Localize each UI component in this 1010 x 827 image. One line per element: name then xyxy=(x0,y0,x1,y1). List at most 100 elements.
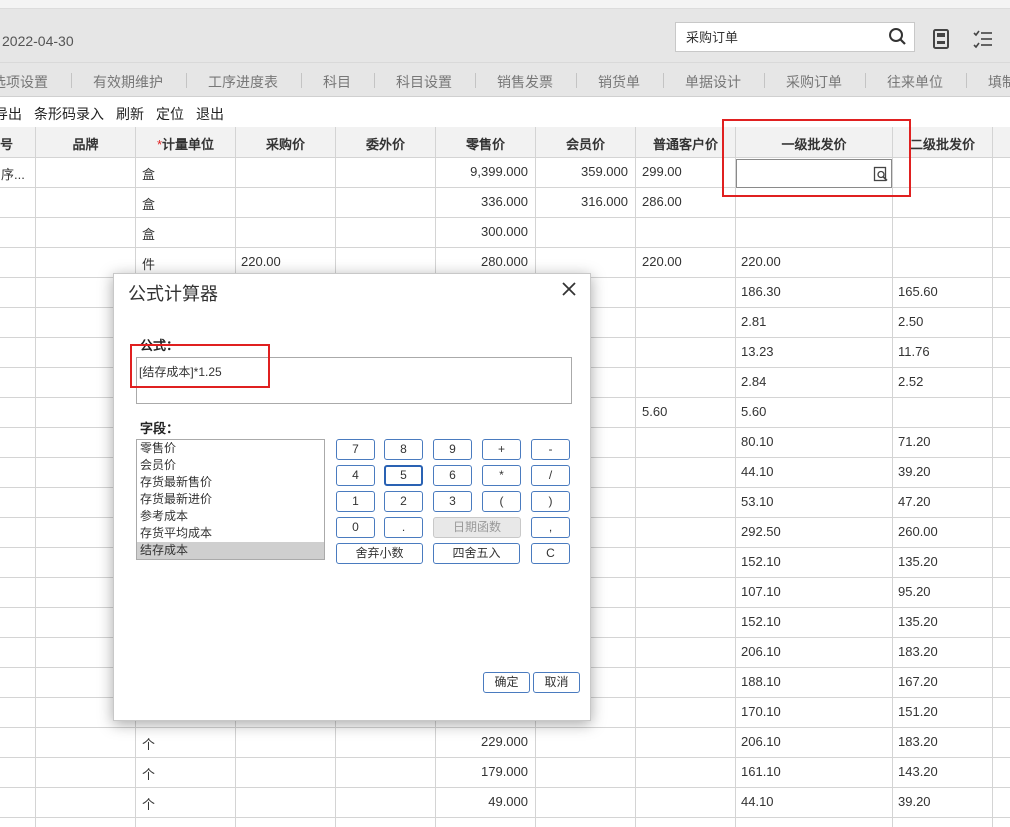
key-1[interactable]: 1 xyxy=(336,491,375,512)
table-cell[interactable]: 220.00 xyxy=(241,254,331,269)
key-6[interactable]: 6 xyxy=(433,465,472,486)
key-divide[interactable]: / xyxy=(531,465,570,486)
field-option[interactable]: 参考成本 xyxy=(137,508,324,525)
date-function-button[interactable]: 日期函数 xyxy=(433,517,521,538)
table-cell[interactable]: 135.20 xyxy=(898,614,988,629)
table-cell[interactable]: 152.10 xyxy=(741,554,886,569)
table-cell[interactable]: 183.20 xyxy=(898,734,988,749)
table-cell[interactable]: 2.52 xyxy=(898,374,988,389)
table-cell[interactable]: 167.20 xyxy=(898,674,988,689)
field-option[interactable]: 存货平均成本 xyxy=(137,525,324,542)
formula-lookup-icon[interactable] xyxy=(873,166,889,182)
table-cell[interactable]: 个 xyxy=(142,734,232,753)
table-cell[interactable]: 152.10 xyxy=(741,614,886,629)
table-cell[interactable]: 盒 xyxy=(142,224,232,243)
table-cell[interactable]: 229.000 xyxy=(436,734,528,749)
table-cell[interactable]: 13.23 xyxy=(741,344,886,359)
table-cell[interactable]: 44.10 xyxy=(741,794,886,809)
table-cell[interactable]: 280.000 xyxy=(436,254,528,269)
calculator-icon[interactable] xyxy=(930,28,952,50)
menu-item[interactable]: 科目设置 xyxy=(396,72,452,92)
table-cell[interactable]: 107.10 xyxy=(741,584,886,599)
key-close-paren[interactable]: ) xyxy=(531,491,570,512)
menu-item[interactable]: 科目 xyxy=(323,72,351,92)
key-8[interactable]: 8 xyxy=(384,439,423,460)
menu-item[interactable]: 选项设置 xyxy=(0,72,48,92)
menu-item[interactable]: 采购订单 xyxy=(786,72,842,92)
ok-button[interactable]: 确定 xyxy=(483,672,530,693)
search-icon[interactable] xyxy=(888,27,908,47)
cancel-button[interactable]: 取消 xyxy=(533,672,580,693)
close-icon[interactable] xyxy=(560,280,578,298)
table-cell[interactable]: 206.10 xyxy=(741,734,886,749)
key-3[interactable]: 3 xyxy=(433,491,472,512)
search-box[interactable] xyxy=(675,22,915,52)
refresh-button[interactable]: 刷新 xyxy=(116,104,144,124)
menu-item[interactable]: 工序进度表 xyxy=(208,72,278,92)
menu-item[interactable]: 有效期维护 xyxy=(93,72,163,92)
exit-button[interactable]: 退出 xyxy=(196,104,224,124)
table-cell[interactable]: 5.60 xyxy=(741,404,886,419)
key-7[interactable]: 7 xyxy=(336,439,375,460)
key-minus[interactable]: - xyxy=(531,439,570,460)
table-cell[interactable]: 盒 xyxy=(142,194,232,213)
barcode-entry-button[interactable]: 条形码录入 xyxy=(34,104,104,124)
checklist-icon[interactable] xyxy=(972,28,994,50)
export-button[interactable]: 导出 xyxy=(0,104,22,124)
table-cell[interactable]: 11.76 xyxy=(898,344,988,359)
menu-item[interactable]: 往来单位 xyxy=(887,72,943,92)
table-cell[interactable]: 188.10 xyxy=(741,674,886,689)
menu-item[interactable]: 销货单 xyxy=(598,72,640,92)
table-cell[interactable]: 151.20 xyxy=(898,704,988,719)
key-open-paren[interactable]: ( xyxy=(482,491,521,512)
table-cell[interactable]: 161.10 xyxy=(741,764,886,779)
column-header[interactable]: 会员价 xyxy=(536,134,635,153)
table-cell[interactable]: 220.00 xyxy=(741,254,886,269)
table-cell[interactable]: 300.000 xyxy=(436,224,528,239)
column-header[interactable]: 委外价 xyxy=(336,134,435,153)
table-cell[interactable]: 5.60 xyxy=(642,404,732,419)
key-0[interactable]: 0 xyxy=(336,517,375,538)
field-option[interactable]: 存货最新进价 xyxy=(137,491,324,508)
column-header[interactable]: 号 xyxy=(0,134,35,153)
table-cell[interactable]: 盒 xyxy=(142,164,232,183)
column-header[interactable]: 采购价 xyxy=(236,134,335,153)
key-plus[interactable]: + xyxy=(482,439,521,460)
key-decimal[interactable]: . xyxy=(384,517,423,538)
table-cell[interactable]: 2.50 xyxy=(898,314,988,329)
column-header[interactable]: 零售价 xyxy=(436,134,535,153)
table-cell[interactable]: 39.20 xyxy=(898,464,988,479)
column-header[interactable]: 二级批发价 xyxy=(893,134,992,153)
table-cell[interactable]: 9,399.000 xyxy=(436,164,528,179)
table-cell[interactable]: 260.00 xyxy=(898,524,988,539)
round-half-up-button[interactable]: 四舍五入 xyxy=(433,543,520,564)
key-9[interactable]: 9 xyxy=(433,439,472,460)
column-header[interactable]: 一级批发价 xyxy=(736,134,892,153)
field-list[interactable]: 零售价 会员价 存货最新售价 存货最新进价 参考成本 存货平均成本 结存成本 xyxy=(136,439,325,560)
table-cell[interactable]: 95.20 xyxy=(898,584,988,599)
table-cell[interactable]: 143.20 xyxy=(898,764,988,779)
column-header[interactable]: 普通客户价 xyxy=(636,134,735,153)
menu-item[interactable]: 销售发票 xyxy=(497,72,553,92)
table-cell[interactable]: 286.00 xyxy=(642,194,732,209)
table-cell[interactable]: 299.00 xyxy=(642,164,732,179)
clear-button[interactable]: C xyxy=(531,543,570,564)
table-cell[interactable]: 71.20 xyxy=(898,434,988,449)
table-cell[interactable]: 47.20 xyxy=(898,494,988,509)
field-option[interactable]: 会员价 xyxy=(137,457,324,474)
locate-button[interactable]: 定位 xyxy=(156,104,184,124)
table-cell[interactable]: 49.000 xyxy=(436,794,528,809)
table-cell[interactable]: 292.50 xyxy=(741,524,886,539)
key-2[interactable]: 2 xyxy=(384,491,423,512)
menu-item[interactable]: 单据设计 xyxy=(685,72,741,92)
key-4[interactable]: 4 xyxy=(336,465,375,486)
table-cell[interactable]: 220.00 xyxy=(642,254,732,269)
table-cell[interactable]: 39.20 xyxy=(898,794,988,809)
table-cell[interactable]: 80.10 xyxy=(741,434,886,449)
table-cell[interactable]: 135.20 xyxy=(898,554,988,569)
table-cell[interactable]: 件 xyxy=(142,254,232,273)
round-down-button[interactable]: 舍弃小数 xyxy=(336,543,423,564)
field-option-selected[interactable]: 结存成本 xyxy=(137,542,324,559)
column-header[interactable]: 品牌 xyxy=(36,134,135,153)
field-option[interactable]: 存货最新售价 xyxy=(137,474,324,491)
